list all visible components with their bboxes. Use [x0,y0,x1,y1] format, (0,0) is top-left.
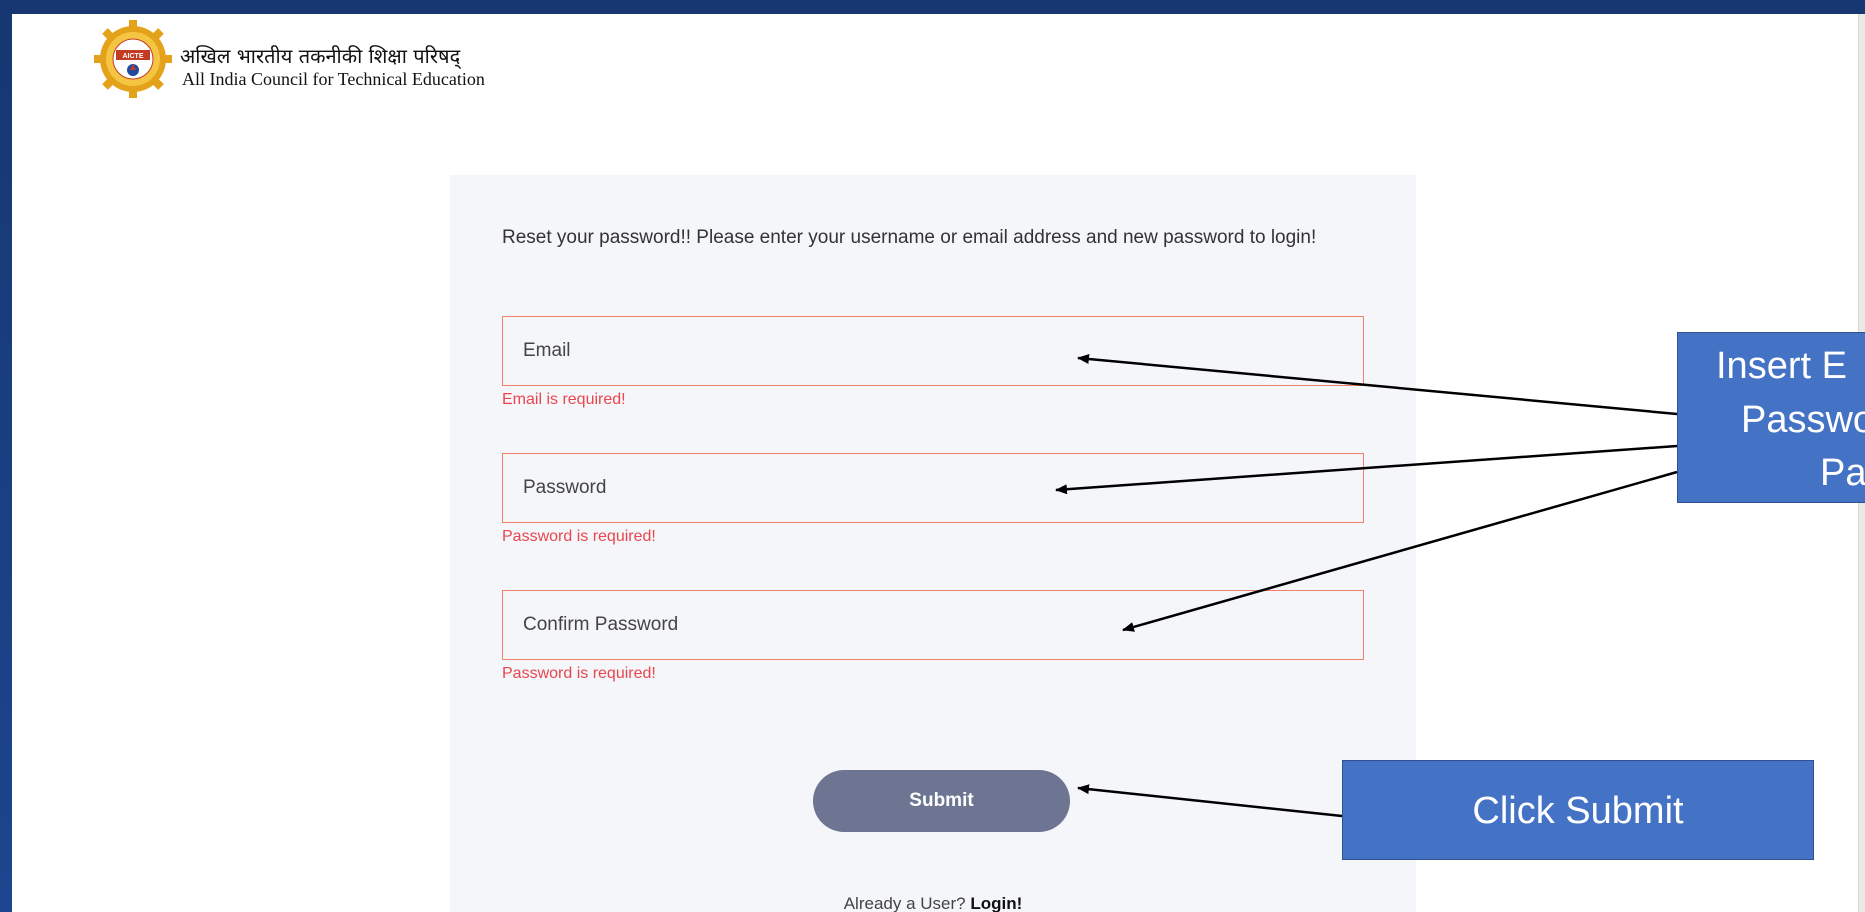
arrow-to-email [1077,354,1678,416]
arrow-to-confirm-password [1122,470,1678,632]
annotation-arrows [1055,354,1678,818]
arrow-to-submit [1077,784,1343,818]
arrow-to-password [1055,444,1678,495]
